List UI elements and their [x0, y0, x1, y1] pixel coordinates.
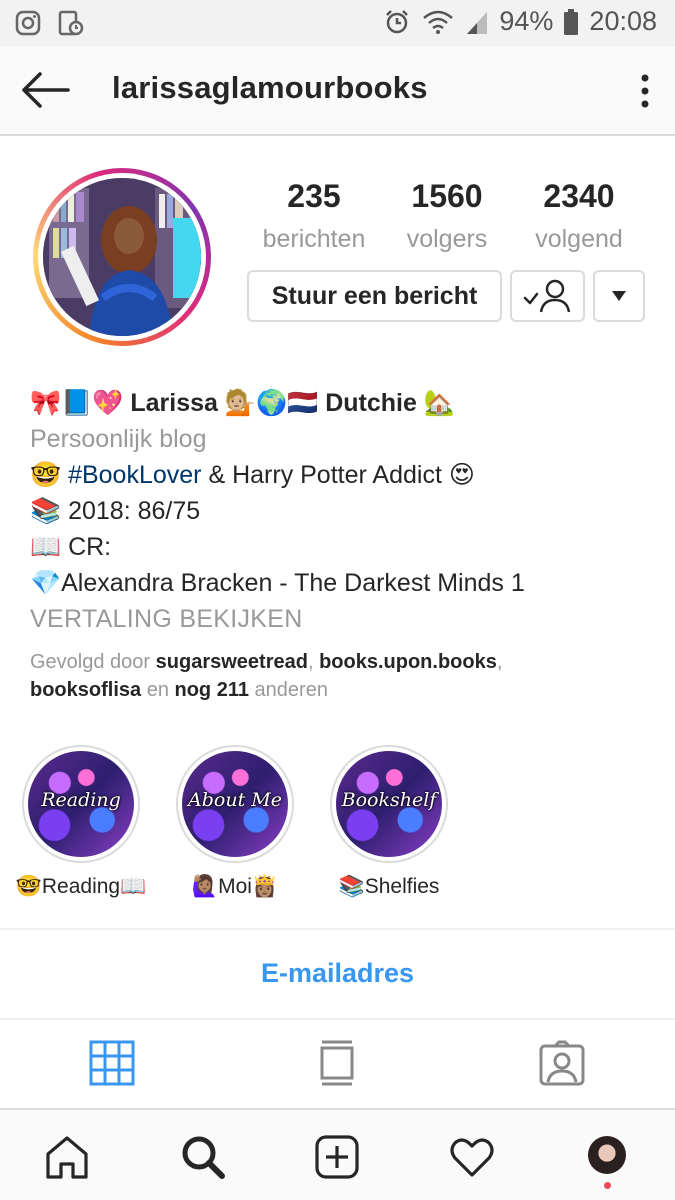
highlight-cover-text: About Me — [188, 789, 282, 811]
back-arrow-icon[interactable] — [18, 70, 72, 110]
highlight-label: 📚Shelfies — [338, 875, 440, 898]
followed-by-and: en — [141, 679, 175, 701]
posts-label: berichten — [262, 225, 366, 253]
screenshot-notification-icon — [58, 10, 84, 36]
feed-view-icon[interactable] — [314, 1040, 360, 1086]
wifi-icon — [423, 10, 454, 34]
see-translation-link[interactable]: VERTALING BEKIJKEN — [30, 601, 650, 637]
followers-count: 1560 — [411, 178, 483, 214]
bio-line-1: 🤓 #BookLover & Harry Potter Addict 😍 — [30, 457, 650, 493]
stat-following[interactable]: 2340 volgend — [526, 178, 632, 254]
bio-name-line: 🎀📘💖 Larissa 💁🏼🌍🇳🇱 Dutchie 🏡 — [30, 385, 650, 421]
signal-icon — [467, 11, 488, 34]
following-count: 2340 — [543, 178, 615, 214]
search-icon[interactable] — [180, 1134, 226, 1180]
new-post-icon[interactable] — [314, 1134, 360, 1180]
highlight-reading[interactable]: Reading 🤓Reading📖 — [6, 745, 156, 899]
highlight-cover: Reading — [28, 751, 134, 857]
profile-header-bar: larissaglamourbooks — [0, 46, 675, 136]
bottom-navigation — [0, 1108, 675, 1200]
email-contact-button[interactable]: E-mailadres — [0, 958, 675, 989]
bio-line-3: 📖 CR: — [30, 533, 112, 561]
own-profile-avatar[interactable] — [588, 1136, 626, 1174]
user-check-icon — [523, 279, 570, 313]
highlight-cover-text: Reading — [41, 789, 121, 811]
battery-icon — [564, 8, 579, 35]
followed-by-prefix: Gevolgd door — [30, 651, 156, 673]
follower-link-3[interactable]: booksoflisa — [30, 679, 141, 701]
alarm-icon — [386, 9, 409, 33]
bio-category: Persoonlijk blog — [30, 425, 207, 453]
following-label: volgend — [535, 225, 623, 253]
bio-name-extra: Dutchie — [325, 389, 417, 417]
divider — [0, 928, 675, 930]
divider — [0, 1018, 675, 1020]
bio-name-emoji-mid: 💁🏼🌍🇳🇱 — [217, 389, 326, 417]
stat-posts[interactable]: 235 berichten — [258, 178, 370, 254]
notification-dot — [604, 1182, 611, 1189]
avatar-illustration — [43, 178, 201, 336]
battery-percent: 94% — [499, 6, 554, 36]
highlight-cover: Bookshelf — [336, 751, 442, 857]
stat-followers[interactable]: 1560 volgers — [395, 178, 499, 254]
follower-link-1[interactable]: sugarsweetread — [156, 651, 308, 673]
posts-count: 235 — [287, 178, 341, 214]
highlight-cover: About Me — [182, 751, 288, 857]
suggested-accounts-button[interactable] — [593, 270, 645, 322]
send-message-button[interactable]: Stuur een bericht — [247, 270, 502, 322]
activity-heart-icon[interactable] — [449, 1134, 495, 1180]
highlight-bookshelf[interactable]: Bookshelf 📚Shelfies — [314, 745, 464, 899]
bio-line-4: 💎Alexandra Bracken - The Darkest Minds 1 — [30, 569, 525, 597]
followed-by-others-count[interactable]: nog 211 — [175, 679, 249, 701]
avatar-photo — [43, 178, 201, 336]
instagram-notification-icon — [15, 10, 41, 36]
highlight-about-me[interactable]: About Me 🙋🏽‍♀️Moi👸🏽 — [160, 745, 310, 899]
clock-time: 20:08 — [589, 6, 657, 36]
following-button[interactable] — [510, 270, 585, 322]
highlight-label: 🙋🏽‍♀️Moi👸🏽 — [191, 875, 279, 898]
followed-by-sep-2: , — [496, 651, 503, 673]
hashtag-link[interactable]: #BookLover — [68, 461, 201, 489]
bio-line-1-rest: & Harry Potter Addict 😍 — [201, 461, 475, 489]
follower-link-2[interactable]: books.upon.books — [319, 651, 497, 673]
bio-line-1-prefix: 🤓 — [30, 461, 69, 489]
grid-view-icon[interactable] — [89, 1040, 135, 1086]
followed-by-suffix: anderen — [248, 679, 328, 701]
followers-label: volgers — [406, 225, 488, 253]
caret-down-icon — [612, 291, 626, 301]
home-icon[interactable] — [44, 1134, 90, 1180]
tagged-photos-icon[interactable] — [539, 1040, 585, 1086]
status-bar: 94% 20:08 — [0, 0, 675, 46]
highlight-cover-text: Bookshelf — [341, 789, 437, 811]
followed-by-sep-1: , — [307, 651, 320, 673]
bio-name-emoji-prefix: 🎀📘💖 — [30, 389, 131, 417]
profile-bio: 🎀📘💖 Larissa 💁🏼🌍🇳🇱 Dutchie 🏡 Persoonlijk … — [30, 385, 650, 637]
bio-full-name: Larissa — [130, 389, 218, 417]
bio-line-2: 📚 2018: 86/75 — [30, 497, 201, 525]
bio-name-emoji-end: 🏡 — [416, 389, 455, 417]
profile-username: larissaglamourbooks — [112, 70, 428, 105]
more-options-icon[interactable] — [639, 72, 651, 110]
highlight-label: 🤓Reading📖 — [15, 875, 147, 898]
profile-avatar[interactable] — [33, 168, 211, 346]
followed-by-text[interactable]: Gevolgd door sugarsweetread, books.upon.… — [30, 648, 650, 704]
